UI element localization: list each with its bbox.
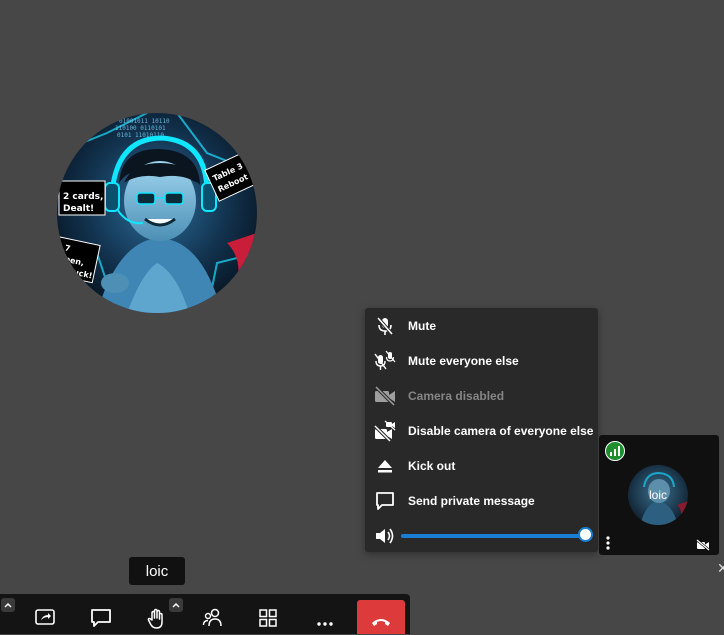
avatar-text-2: Dealt! bbox=[63, 204, 94, 214]
thumbnail-name: loic bbox=[648, 488, 667, 502]
disable-camera-everyone-else-label: Disable camera of everyone else bbox=[408, 423, 594, 438]
more-icon bbox=[315, 608, 335, 633]
share-options-chevron-up-icon[interactable] bbox=[1, 598, 15, 612]
hangup-button[interactable] bbox=[357, 600, 405, 634]
participants-button[interactable] bbox=[198, 608, 228, 634]
send-private-message-menu-item[interactable]: Send private message bbox=[365, 483, 598, 518]
connection-status-icon[interactable] bbox=[605, 441, 625, 461]
eject-icon bbox=[374, 455, 396, 477]
hangup-icon bbox=[370, 614, 392, 632]
mute-others-icon bbox=[374, 350, 396, 372]
raise-hand-button[interactable] bbox=[142, 608, 172, 634]
tile-view-icon bbox=[258, 608, 278, 633]
camera-disabled-label: Camera disabled bbox=[408, 388, 505, 403]
disable-camera-everyone-else-menu-item[interactable]: Disable camera of everyone else bbox=[365, 413, 598, 448]
speaker-icon bbox=[375, 527, 395, 545]
avatar-image: 01001011 10110 110100 0110101 0101 11010… bbox=[57, 113, 257, 313]
send-private-message-label: Send private message bbox=[408, 493, 535, 508]
participants-icon bbox=[202, 608, 224, 633]
volume-slider-track[interactable] bbox=[401, 534, 585, 538]
mute-label: Mute bbox=[408, 318, 436, 333]
camera-off-icon bbox=[374, 385, 396, 407]
tile-view-button[interactable] bbox=[253, 608, 283, 634]
share-screen-button[interactable] bbox=[30, 608, 60, 634]
message-icon bbox=[374, 490, 396, 512]
raise-hand-icon bbox=[146, 608, 168, 635]
chat-icon bbox=[90, 608, 112, 633]
mute-everyone-else-menu-item[interactable]: Mute everyone else bbox=[365, 343, 598, 378]
close-icon[interactable]: ✕ bbox=[717, 560, 724, 577]
svg-text:01001011 10110: 01001011 10110 bbox=[119, 118, 170, 125]
camera-muted-icon bbox=[696, 538, 710, 551]
svg-text:110100 0110101: 110100 0110101 bbox=[115, 125, 166, 132]
avatar-text-1: 2 cards, bbox=[63, 192, 103, 202]
camera-disable-others-icon bbox=[374, 420, 396, 442]
mute-menu-item[interactable]: Mute bbox=[365, 308, 598, 343]
volume-slider-handle[interactable] bbox=[577, 527, 593, 542]
chat-button[interactable] bbox=[86, 608, 116, 634]
share-screen-icon bbox=[34, 608, 56, 631]
mute-everyone-else-label: Mute everyone else bbox=[408, 353, 519, 368]
conference-stage: 01001011 10110 110100 0110101 0101 11010… bbox=[0, 0, 724, 634]
name-tooltip: loic bbox=[129, 557, 185, 585]
more-options-icon[interactable] bbox=[604, 536, 612, 550]
participant-avatar-large: 01001011 10110 110100 0110101 0101 11010… bbox=[57, 113, 257, 313]
kick-out-label: Kick out bbox=[408, 458, 456, 473]
kick-out-menu-item[interactable]: Kick out bbox=[365, 448, 598, 483]
more-actions-button[interactable] bbox=[310, 608, 340, 634]
camera-disabled-menu-item: Camera disabled bbox=[365, 378, 598, 413]
participant-context-menu: Mute Mute everyone else Camera disabled … bbox=[365, 308, 598, 552]
microphone-off-icon bbox=[374, 315, 396, 337]
